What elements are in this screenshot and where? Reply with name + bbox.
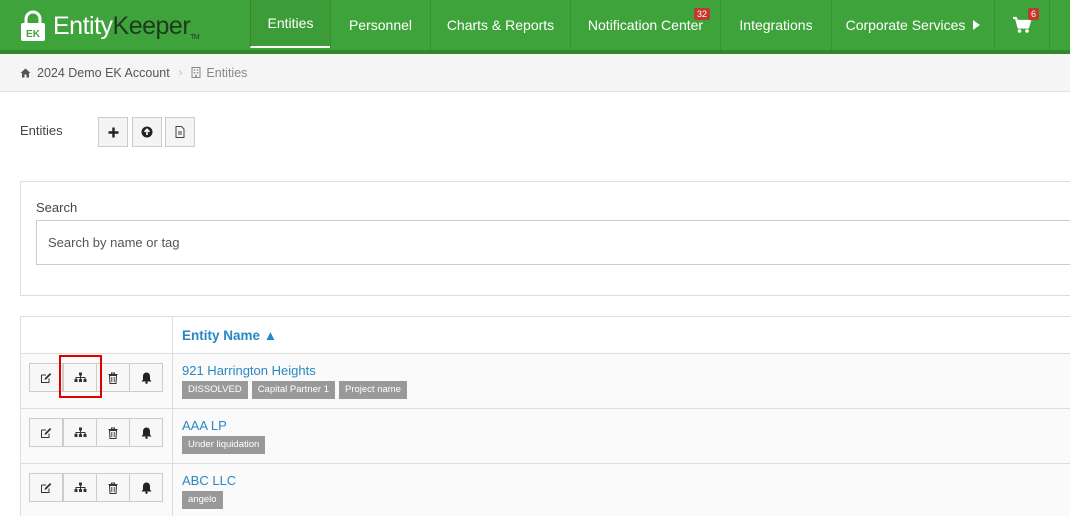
edit-entity-button[interactable]	[29, 418, 63, 447]
entity-name-cell: AAA LP Under liquidation	[173, 409, 1070, 463]
add-entity-button[interactable]	[98, 117, 128, 147]
notifications-bell-button[interactable]	[129, 473, 163, 502]
table-header: Entity Name ▲	[20, 317, 1070, 354]
page-title: Entities	[20, 123, 63, 138]
table-row: ABC LLC angelo	[20, 464, 1070, 516]
plus-icon	[108, 127, 118, 137]
logo-text: EntityKeeperTM	[53, 11, 200, 41]
tag-list: angelo	[182, 491, 1070, 509]
bell-icon	[141, 427, 151, 439]
entities-table: Entity Name ▲ 921 Harrington Heights DIS…	[20, 316, 1070, 516]
nav-integrations[interactable]: Integrations	[720, 0, 831, 50]
trash-icon	[108, 482, 118, 494]
caret-right-icon	[973, 20, 981, 30]
upload-circle-icon	[141, 126, 153, 138]
row-actions	[21, 354, 173, 408]
notifications-bell-button[interactable]	[129, 418, 163, 447]
bell-icon	[141, 372, 151, 384]
actions-column-header	[21, 317, 173, 353]
sitemap-icon	[74, 482, 86, 492]
main-nav: Entities Personnel Charts & Reports Noti…	[250, 0, 1050, 50]
entity-link[interactable]: 921 Harrington Heights	[182, 363, 1070, 378]
tag[interactable]: Capital Partner 1	[251, 381, 335, 399]
svg-text:EK: EK	[26, 29, 41, 40]
tag[interactable]: Project name	[338, 381, 407, 399]
upload-entity-button[interactable]	[132, 117, 162, 147]
nav-personnel[interactable]: Personnel	[330, 0, 430, 50]
edit-icon	[41, 482, 52, 493]
org-chart-button[interactable]	[63, 473, 97, 502]
breadcrumb-account-link[interactable]: 2024 Demo EK Account	[37, 66, 170, 80]
entity-name-column-header[interactable]: Entity Name ▲	[173, 317, 1070, 353]
nav-corporate-services[interactable]: Corporate Services	[831, 0, 994, 50]
org-chart-button[interactable]	[63, 363, 97, 392]
tag-list: Under liquidation	[182, 436, 1070, 454]
nav-entities[interactable]: Entities	[250, 0, 330, 48]
org-chart-button[interactable]	[63, 418, 97, 447]
table-row: 921 Harrington Heights DISSOLVED Capital…	[20, 354, 1070, 409]
trash-icon	[108, 427, 118, 439]
row-actions	[21, 409, 173, 463]
delete-entity-button[interactable]	[96, 473, 130, 502]
tag[interactable]: DISSOLVED	[182, 381, 248, 399]
notification-count-badge: 32	[693, 8, 710, 20]
row-actions	[21, 464, 173, 516]
search-panel: Search	[20, 181, 1070, 296]
breadcrumb: 2024 Demo EK Account › Entities	[0, 54, 1070, 92]
delete-entity-button[interactable]	[96, 418, 130, 447]
edit-icon	[41, 372, 52, 383]
breadcrumb-current: Entities	[206, 65, 248, 80]
tag[interactable]: angelo	[182, 491, 223, 509]
delete-entity-button[interactable]	[96, 363, 130, 392]
entity-link[interactable]: ABC LLC	[182, 473, 1070, 488]
bell-icon	[141, 482, 151, 494]
top-navbar: EK EntityKeeperTM Entities Personnel Cha…	[0, 0, 1070, 54]
lock-logo-icon: EK	[21, 10, 45, 41]
search-input[interactable]	[36, 220, 1070, 265]
entity-name-cell: ABC LLC angelo	[173, 464, 1070, 516]
sitemap-icon	[74, 372, 86, 382]
trash-icon	[108, 372, 118, 384]
edit-entity-button[interactable]	[29, 363, 63, 392]
tag[interactable]: Under liquidation	[182, 436, 266, 454]
sitemap-icon	[74, 427, 86, 437]
cart-count-badge: 6	[1027, 8, 1039, 20]
entity-link[interactable]: AAA LP	[182, 418, 1070, 433]
breadcrumb-separator-icon: ›	[178, 66, 183, 79]
edit-entity-button[interactable]	[29, 473, 63, 502]
document-icon	[175, 126, 185, 138]
search-label: Search	[36, 200, 78, 215]
tag-list: DISSOLVED Capital Partner 1 Project name	[182, 381, 1070, 399]
nav-notification-center[interactable]: Notification Center 32	[570, 0, 720, 50]
table-row: AAA LP Under liquidation	[20, 409, 1070, 464]
notifications-bell-button[interactable]	[129, 363, 163, 392]
home-icon	[20, 68, 31, 77]
building-icon	[191, 67, 201, 78]
export-document-button[interactable]	[165, 117, 195, 147]
entitykeeper-logo[interactable]: EK EntityKeeperTM	[18, 10, 200, 42]
nav-cart[interactable]: 6	[994, 0, 1050, 50]
edit-icon	[41, 427, 52, 438]
entity-name-cell: 921 Harrington Heights DISSOLVED Capital…	[173, 354, 1070, 408]
nav-charts-reports[interactable]: Charts & Reports	[430, 0, 570, 50]
